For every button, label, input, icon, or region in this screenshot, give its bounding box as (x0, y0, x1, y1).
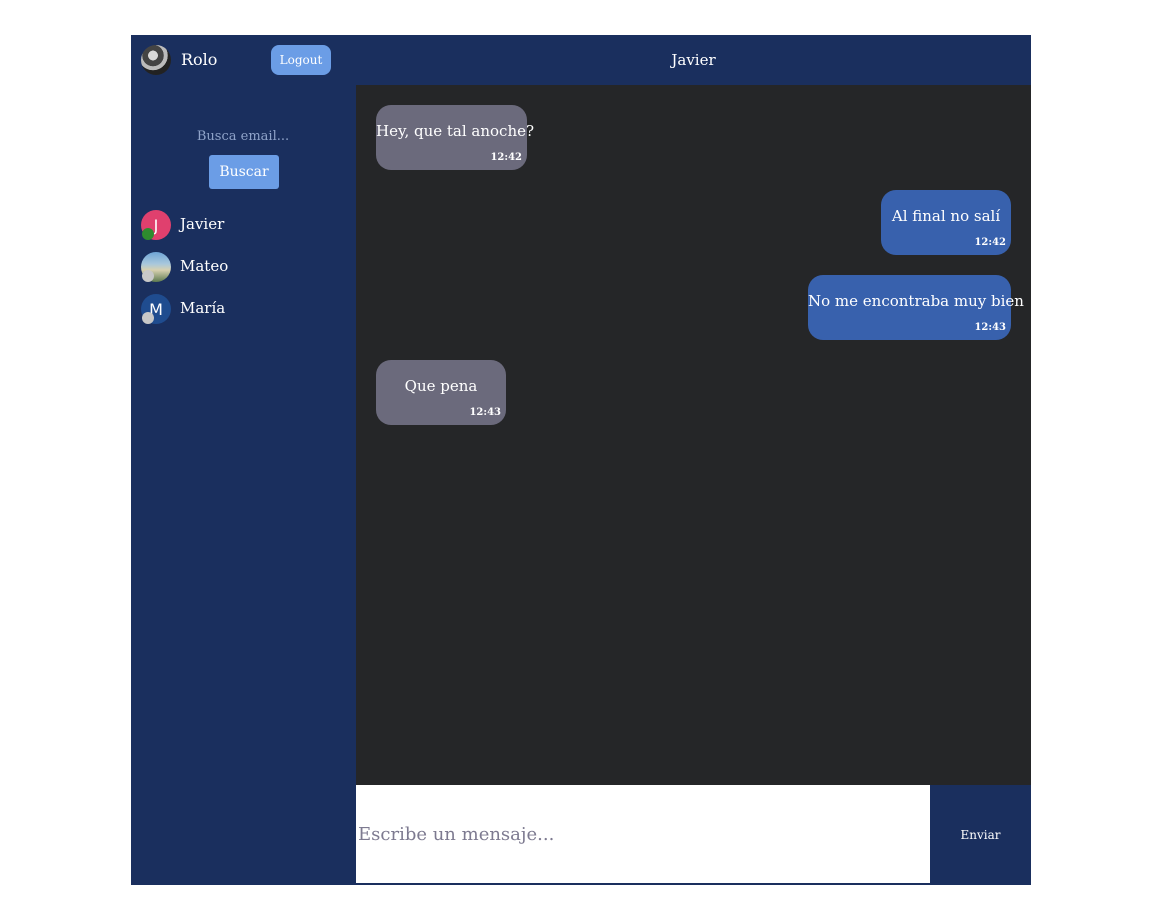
contact-item-maria[interactable]: M María (141, 294, 341, 326)
logout-button[interactable]: Logout (271, 45, 331, 75)
message-text: Al final no salí (891, 207, 1001, 225)
contact-name: María (180, 299, 226, 317)
message-received: Hey, que tal anoche? 12:42 (376, 105, 535, 170)
message-text: Que pena (404, 377, 478, 395)
message-text: Hey, que tal anoche? (376, 122, 535, 140)
message-received: Que pena 12:43 (376, 360, 506, 425)
chat-header: Javier (356, 35, 1031, 85)
search-button[interactable]: Buscar (209, 155, 279, 189)
contact-item-javier[interactable]: J Javier (141, 210, 341, 242)
message-list: Hey, que tal anoche? 12:42 Al final no s… (356, 85, 1031, 785)
online-status-dot (142, 228, 154, 240)
message-composer: Enviar (356, 785, 1031, 885)
contact-name: Mateo (180, 257, 229, 275)
user-name: Rolo (181, 50, 218, 69)
sidebar: Rolo Logout Buscar J Javier Mateo M Marí… (131, 35, 356, 885)
user-avatar (141, 45, 171, 75)
message-sent: Al final no salí 12:42 (881, 190, 1011, 255)
user-header: Rolo Logout (131, 35, 356, 85)
offline-status-dot (142, 312, 154, 324)
offline-status-dot (142, 270, 154, 282)
chat-app: Rolo Logout Buscar J Javier Mateo M Marí… (131, 35, 1031, 885)
contact-item-mateo[interactable]: Mateo (141, 252, 341, 284)
message-time: 12:43 (974, 322, 1006, 333)
message-text: No me encontraba muy bien (808, 292, 1024, 310)
message-time: 12:43 (469, 407, 501, 418)
contact-name: Javier (180, 215, 225, 233)
search-email-input[interactable] (168, 123, 318, 149)
send-button[interactable]: Enviar (930, 785, 1031, 885)
chat-title: Javier (671, 51, 716, 69)
message-time: 12:42 (974, 237, 1006, 248)
message-sent: No me encontraba muy bien 12:43 (808, 275, 1024, 340)
message-time: 12:42 (490, 152, 522, 163)
message-input[interactable] (356, 785, 930, 883)
